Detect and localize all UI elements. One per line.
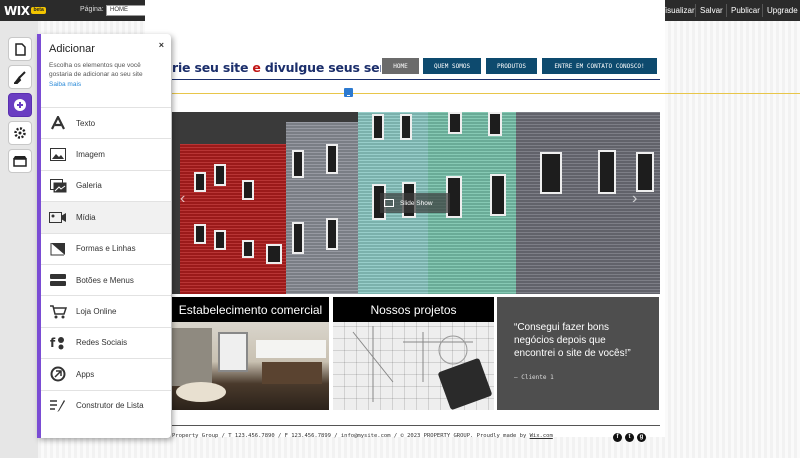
pages-icon [14,42,26,56]
toolbar-divider [695,4,696,17]
slide-next-icon[interactable]: › [632,190,637,208]
left-icon-bar [0,21,38,458]
testimonial-text: “Consegui fazer bons negócios depois que… [514,322,631,359]
market-icon [13,156,27,167]
add-panel-description: Escolha os elementos que você gostaria d… [49,62,143,78]
tile-projects-title: Nossos projetos [333,297,494,322]
testimonial-author: – Cliente 1 [514,374,554,381]
add-item-shapes[interactable]: Formas e Linhas [41,232,171,264]
nav-item-about[interactable]: QUEM SOMOS [422,57,482,75]
apps-icon [49,366,67,382]
add-item-buttons[interactable]: Botões e Menus [41,263,171,296]
tile-commercial-title: Estabelecimento comercial [172,297,329,322]
design-icon [13,70,26,84]
add-item-media[interactable]: Mídia [41,201,171,233]
add-item-social[interactable]: f Redes Sociais [41,326,171,359]
wix-logo: WIX beta [4,3,48,18]
upgrade-button[interactable]: Upgrade [767,6,798,15]
add-icon [14,99,26,111]
slideshow-label: Slide Show [380,193,450,213]
add-item-label: Apps [76,369,95,379]
add-item-apps[interactable]: Apps [41,358,171,390]
twitter-icon[interactable]: t [625,433,634,442]
add-item-label: Imagem [76,150,105,160]
pages-button[interactable] [8,37,32,61]
add-item-label: Botões e Menus [76,275,134,285]
media-icon [49,209,67,225]
google-plus-icon[interactable]: g [637,433,646,442]
interior-photo [172,322,329,410]
image-icon [49,147,67,163]
market-button[interactable] [8,149,32,173]
save-button[interactable]: Salvar [700,6,723,15]
nav-item-contact[interactable]: ENTRE EM CONTATO CONOSCO! [541,57,658,75]
buttons-menus-icon [49,272,67,288]
slideshow-icon [384,199,394,207]
nav-item-products[interactable]: PRODUTOS [485,57,538,75]
add-item-label: Redes Sociais [76,338,128,348]
red-house-image [180,144,290,294]
social-icon: f [49,335,67,351]
footer-text: Property Group / T 123.456.7890 / F 123.… [172,433,553,439]
list-builder-icon [49,398,67,414]
header-divider [172,79,660,80]
anchor-icon[interactable] [344,88,353,97]
add-button[interactable] [8,93,32,117]
add-item-label: Loja Online [76,307,117,317]
svg-text:f: f [50,336,56,350]
beta-badge: beta [31,7,46,14]
settings-button[interactable] [8,121,32,145]
design-button[interactable] [8,65,32,89]
page-label: Página: [80,6,104,13]
add-item-text[interactable]: Texto [41,107,171,139]
add-panel-list: Texto Imagem Galeria Mídia Formas e Linh… [41,107,171,421]
slideshow-label-text: Slide Show [400,199,433,207]
add-item-store[interactable]: Loja Online [41,295,171,327]
page-select-value: HOME [110,7,128,13]
cart-icon [49,304,67,320]
facebook-icon[interactable]: f [613,433,622,442]
footer-wix-link[interactable]: Wix.com [530,433,553,439]
add-panel-title: Adicionar [49,43,95,55]
add-panel: Adicionar × Escolha os elementos que voc… [37,34,171,438]
add-item-label: Construtor de Lista [76,401,144,411]
footer-divider [172,425,660,426]
add-item-label: Mídia [76,212,96,222]
add-item-gallery[interactable]: Galeria [41,169,171,202]
publish-button[interactable]: Publicar [731,6,760,15]
blueprint-photo [333,322,494,410]
dark-house-image [516,112,660,294]
add-item-label: Formas e Linhas [76,244,136,254]
toolbar-divider [726,4,727,17]
add-item-label: Galeria [76,181,102,191]
add-item-label: Texto [76,118,96,128]
learn-more-link[interactable]: Saiba mais [49,81,81,88]
text-icon [49,115,67,131]
wix-logo-text: WIX [4,3,30,18]
gallery-icon [49,178,67,194]
testimonial-box[interactable]: “Consegui fazer bons negócios depois que… [497,297,659,410]
add-item-image[interactable]: Imagem [41,138,171,170]
tile-projects[interactable]: Nossos projetos [333,297,494,410]
tile-commercial[interactable]: Estabelecimento comercial [172,297,329,410]
section-guide-line [172,93,800,94]
grey-house-image [286,122,362,294]
nav-item-home[interactable]: HOME [381,57,420,75]
settings-icon [14,127,26,139]
shapes-icon [49,241,67,257]
footer-copy: Property Group / T 123.456.7890 / F 123.… [172,433,530,439]
slide-prev-icon[interactable]: ‹ [180,190,185,208]
close-icon[interactable]: × [159,40,164,50]
headline-accent: e [252,60,261,75]
add-item-list-builder[interactable]: Construtor de Lista [41,389,171,421]
toolbar-divider [762,4,763,17]
headline-part1: rie seu site [172,60,253,75]
